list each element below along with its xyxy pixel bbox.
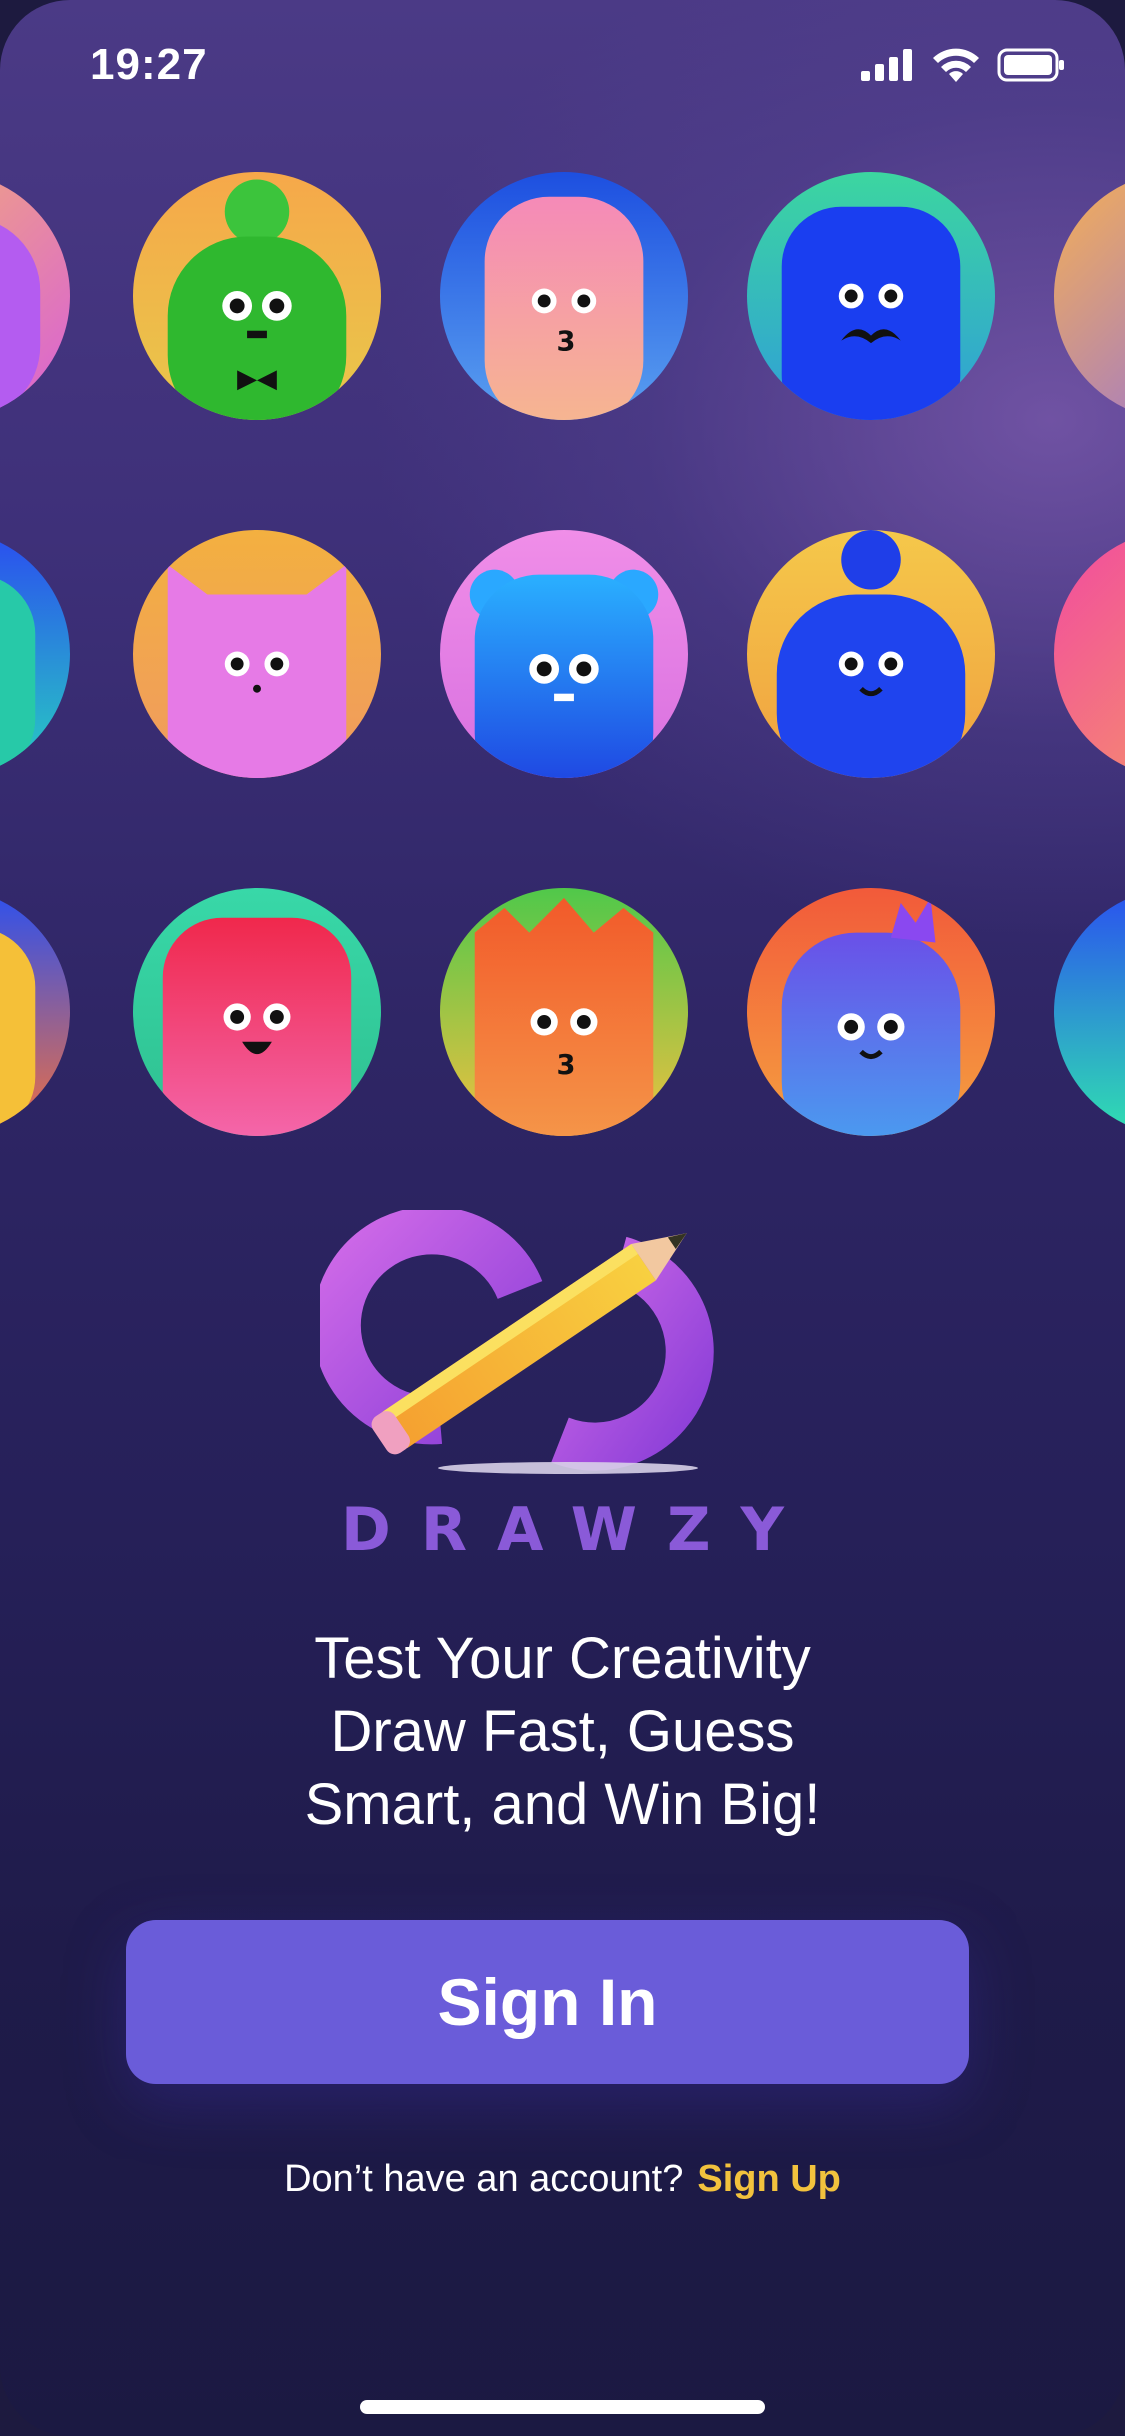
tagline-line-3: Smart, and Win Big!	[304, 1772, 821, 1837]
yellow-avatar-icon[interactable]	[0, 888, 70, 1136]
blue-bear-avatar-icon[interactable]	[440, 530, 688, 778]
tagline-line-2: Draw Fast, Guess	[330, 1699, 795, 1764]
signup-prompt-text: Don’t have an account?	[284, 2158, 684, 2200]
wifi-icon	[933, 48, 979, 82]
tagline: Test Your Creativity Draw Fast, Guess Sm…	[0, 1622, 1125, 1841]
svg-text:3: 3	[557, 1050, 576, 1081]
avatar-row-2	[0, 530, 1125, 780]
blue-mustache-avatar-icon[interactable]	[747, 172, 995, 420]
welcome-screen: 19:27 3 3 DRAWZY Test Your Creativity Dr…	[0, 0, 1125, 2436]
svg-text:3: 3	[557, 327, 576, 358]
pink-avatar-icon[interactable]	[1054, 530, 1125, 778]
tagline-line-1: Test Your Creativity	[314, 1626, 811, 1691]
pink-cat-avatar-icon[interactable]	[133, 530, 381, 778]
infinity-pencil-logo-icon	[320, 1210, 714, 1474]
sign-in-button[interactable]: Sign In	[126, 1920, 969, 2084]
pink-kiss-avatar-icon[interactable]: 3	[440, 172, 688, 420]
orange-avatar-icon[interactable]	[1054, 172, 1125, 420]
status-icons	[861, 48, 1065, 82]
home-indicator[interactable]	[360, 2400, 765, 2414]
green-bowtie-avatar-icon[interactable]	[133, 172, 381, 420]
blue-avatar-icon[interactable]	[0, 530, 70, 778]
signal-icon	[861, 49, 912, 81]
blue-crown-avatar-icon[interactable]	[747, 888, 995, 1136]
avatar-row-3: 3	[0, 888, 1125, 1138]
red-happy-avatar-icon[interactable]	[133, 888, 381, 1136]
orange-spiky-avatar-icon[interactable]: 3	[440, 888, 688, 1136]
sign-up-link[interactable]: Sign Up	[697, 2158, 841, 2200]
battery-icon	[997, 48, 1064, 82]
brand-name: DRAWZY	[341, 1495, 814, 1565]
blue-bun-avatar-icon[interactable]	[747, 530, 995, 778]
purple-avatar-icon[interactable]	[0, 172, 70, 420]
signup-prompt-line: Don’t have an account? Sign Up	[0, 2158, 1125, 2201]
status-time: 19:27	[90, 40, 208, 89]
avatar-row-1: 3	[0, 172, 1125, 422]
status-bar: 19:27	[0, 0, 1125, 135]
teal-avatar-icon[interactable]	[1054, 888, 1125, 1136]
